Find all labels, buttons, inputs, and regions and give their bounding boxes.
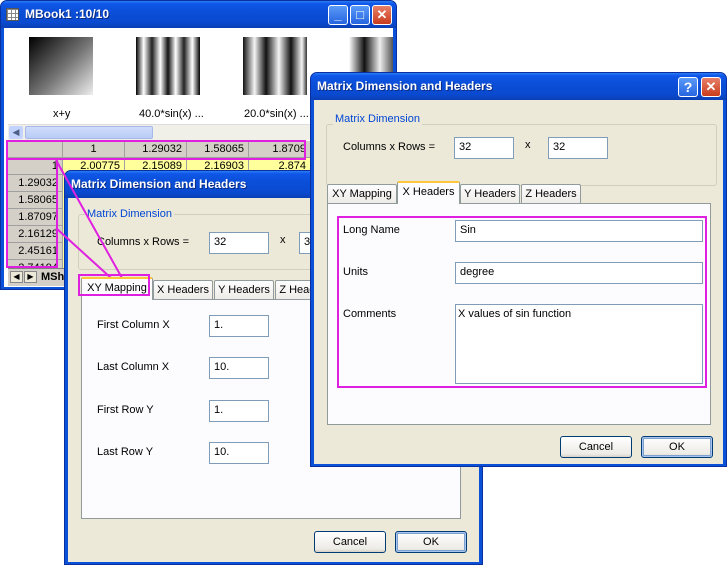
tab-x-headers[interactable]: X Headers <box>397 181 460 204</box>
tab-z-headers[interactable]: Z Headers <box>521 184 581 204</box>
columns-input[interactable]: 32 <box>454 137 514 159</box>
dialog-front-client: Matrix Dimension Columns x Rows = 32 x 3… <box>314 100 723 464</box>
help-icon: ? <box>683 79 693 95</box>
col-row-label: Columns x Rows = <box>343 141 436 153</box>
help-button[interactable]: ? <box>678 77 698 97</box>
headers-highlight <box>337 216 707 388</box>
group-title: Matrix Dimension <box>333 113 422 125</box>
callout-line <box>55 159 123 279</box>
ok-button[interactable]: OK <box>641 436 713 458</box>
xy-mapping-tab-highlight <box>78 274 150 296</box>
cancel-button[interactable]: Cancel <box>560 436 632 458</box>
close-button[interactable]: ✕ <box>701 77 721 97</box>
dialog-front-titlebar[interactable]: Matrix Dimension and Headers ? ✕ <box>311 73 726 100</box>
dialog-front-title: Matrix Dimension and Headers <box>317 79 493 93</box>
dialog-x-headers: Matrix Dimension and Headers ? ✕ Matrix … <box>310 72 727 467</box>
close-icon: ✕ <box>705 79 717 94</box>
tab-y-headers[interactable]: Y Headers <box>460 184 520 204</box>
times-label: x <box>525 139 531 151</box>
rows-input[interactable]: 32 <box>548 137 608 159</box>
matrix-dimension-group <box>326 124 717 186</box>
tab-xy-mapping[interactable]: XY Mapping <box>327 184 397 204</box>
